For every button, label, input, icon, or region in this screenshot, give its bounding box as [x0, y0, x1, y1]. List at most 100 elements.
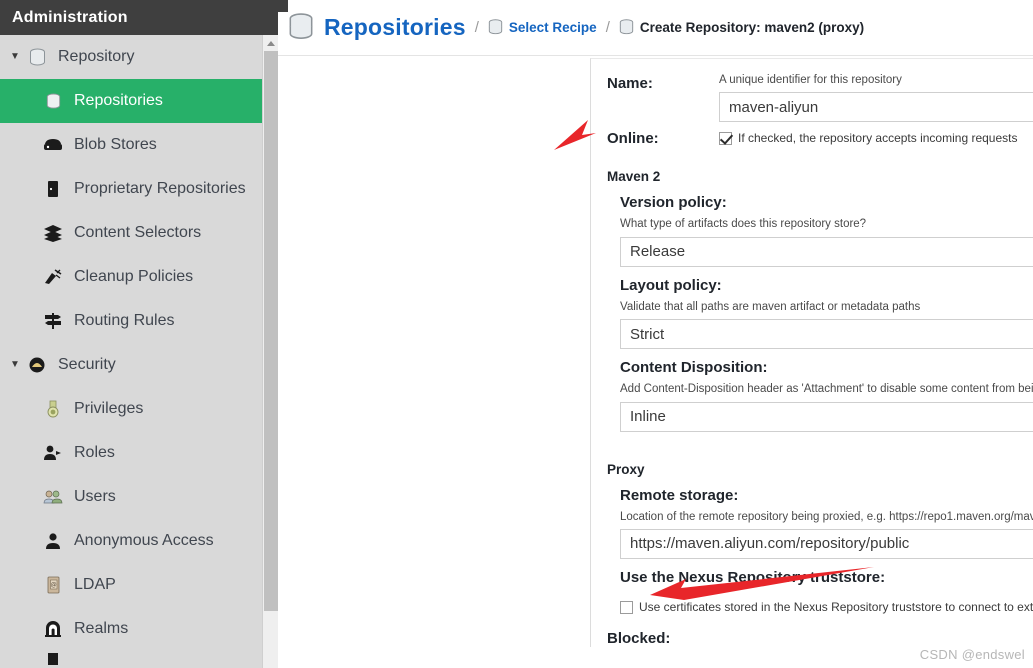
scroll-up-arrow-icon[interactable]: [263, 35, 278, 51]
online-checkbox[interactable]: [719, 131, 732, 145]
layout-policy-select[interactable]: Strict: [620, 319, 1033, 350]
header-corner-strip: [278, 0, 288, 12]
content-disposition-hint: Add Content-Disposition header as 'Attac…: [620, 383, 1033, 396]
database-icon: [40, 90, 66, 112]
sidebar-item-label: Content Selectors: [74, 224, 202, 241]
signpost-icon: [40, 310, 66, 332]
create-repository-form: Name: A unique identifier for this repos…: [590, 58, 1033, 647]
medal-icon: [40, 398, 66, 420]
sidebar-item-realms[interactable]: Realms: [0, 607, 278, 651]
sidebar-item-content-selectors[interactable]: Content Selectors: [0, 211, 278, 255]
field-group-truststore: Use the Nexus Repository truststore: Use…: [607, 569, 1033, 620]
sidebar-group-repository[interactable]: ▼ Repository: [0, 35, 278, 79]
sidebar-item-partial-next[interactable]: [0, 651, 278, 668]
scrollbar-thumb[interactable]: [264, 51, 278, 611]
user-tag-icon: [40, 442, 66, 464]
field-row-online: Online: If checked, the repository accep…: [607, 128, 1033, 147]
field-group-layout-policy: Layout policy: Validate that all paths a…: [607, 276, 1033, 350]
sidebar-item-routing-rules[interactable]: Routing Rules: [0, 299, 278, 343]
broom-icon: [40, 266, 66, 288]
sidebar-title: Administration: [12, 8, 128, 26]
blocked-label: Blocked:: [607, 629, 671, 647]
field-row-name: Name: A unique identifier for this repos…: [607, 73, 1033, 123]
remote-storage-label: Remote storage:: [620, 486, 739, 504]
users-icon: [40, 486, 66, 508]
sidebar-scrollbar[interactable]: [262, 35, 278, 668]
truststore-checkbox-label: Use certificates stored in the Nexus Rep…: [639, 600, 1033, 615]
breadcrumb-root[interactable]: Repositories: [324, 14, 466, 41]
sidebar-item-label: Anonymous Access: [74, 532, 214, 549]
breadcrumb-separator: /: [474, 19, 479, 36]
ssl-certificates-icon: [40, 651, 66, 668]
version-policy-label: Version policy:: [620, 194, 727, 212]
sidebar-item-anonymous-access[interactable]: Anonymous Access: [0, 519, 278, 563]
blob-store-icon: [40, 134, 66, 156]
sidebar: Administration ▼ Repository Repositories…: [0, 0, 278, 668]
online-checkbox-label: If checked, the repository accepts incom…: [738, 131, 1018, 146]
sidebar-item-repositories[interactable]: Repositories: [0, 79, 278, 123]
sidebar-nav: ▼ Repository Repositories Blob Stores Pr…: [0, 35, 278, 668]
sidebar-item-cleanup-policies[interactable]: Cleanup Policies: [0, 255, 278, 299]
remote-storage-input[interactable]: https://maven.aliyun.com/repository/publ…: [620, 528, 1033, 559]
breadcrumb: Repositories / Select Recipe / Create Re…: [278, 0, 1033, 56]
chevron-down-icon[interactable]: ▼: [6, 360, 24, 370]
sidebar-item-label: Routing Rules: [74, 312, 175, 329]
sidebar-group-label: Security: [58, 356, 116, 373]
scrollbar-track[interactable]: [263, 51, 278, 668]
sidebar-item-label: Cleanup Policies: [74, 268, 194, 285]
layout-policy-value: Strict: [630, 325, 665, 343]
field-group-version-policy: Version policy: What type of artifacts d…: [607, 194, 1033, 267]
sidebar-item-roles[interactable]: Roles: [0, 431, 278, 475]
sidebar-item-label: Proprietary Repositories: [74, 180, 246, 197]
content-disposition-value: Inline: [630, 408, 666, 425]
address-book-icon: @: [40, 574, 66, 596]
truststore-checkbox[interactable]: [620, 600, 633, 614]
breadcrumb-current: Create Repository: maven2 (proxy): [619, 19, 864, 36]
remote-storage-value: https://maven.aliyun.com/repository/publ…: [630, 535, 910, 553]
sidebar-item-label: Privileges: [74, 400, 144, 417]
version-policy-value: Release: [630, 243, 686, 261]
sidebar-item-privileges[interactable]: Privileges: [0, 387, 278, 431]
person-icon: [40, 530, 66, 552]
version-policy-select[interactable]: Release: [620, 236, 1033, 267]
online-label: Online:: [607, 130, 659, 148]
breadcrumb-current-label: Create Repository: maven2 (proxy): [639, 20, 865, 35]
name-input-value: maven-aliyun: [729, 98, 819, 116]
chevron-down-icon[interactable]: ▼: [6, 52, 24, 62]
application-root: Administration ▼ Repository Repositories…: [0, 0, 1033, 668]
content-disposition-select[interactable]: Inline: [620, 401, 1033, 432]
breadcrumb-link-label[interactable]: Select Recipe: [509, 20, 597, 35]
sidebar-item-users[interactable]: Users: [0, 475, 278, 519]
breadcrumb-separator: /: [605, 19, 610, 36]
sidebar-item-label: Roles: [74, 444, 115, 461]
version-policy-hint: What type of artifacts does this reposit…: [620, 218, 867, 231]
remote-storage-hint: Location of the remote repository being …: [620, 510, 1033, 523]
field-group-content-disposition: Content Disposition: Add Content-Disposi…: [607, 359, 1033, 432]
truststore-checkbox-row[interactable]: Use certificates stored in the Nexus Rep…: [620, 592, 1033, 620]
sidebar-item-blob-stores[interactable]: Blob Stores: [0, 123, 278, 167]
breadcrumb-link-select-recipe[interactable]: Select Recipe: [488, 19, 597, 36]
proprietary-repo-icon: [40, 178, 66, 200]
sidebar-item-proprietary-repositories[interactable]: Proprietary Repositories: [0, 167, 278, 211]
sidebar-item-ldap[interactable]: @ LDAP: [0, 563, 278, 607]
database-icon: [488, 19, 503, 36]
layers-icon: [40, 222, 66, 244]
database-icon: [619, 19, 634, 36]
sidebar-item-label: LDAP: [74, 576, 116, 593]
sidebar-group-security[interactable]: ▼ Security: [0, 343, 278, 387]
sidebar-item-label: Realms: [74, 620, 129, 637]
truststore-label: Use the Nexus Repository truststore:: [620, 568, 886, 586]
watermark: CSDN @endswel: [919, 647, 1025, 662]
sidebar-header: Administration: [0, 0, 278, 35]
content-disposition-label: Content Disposition:: [620, 359, 768, 377]
sidebar-item-label: Users: [74, 488, 116, 505]
online-checkbox-row[interactable]: If checked, the repository accepts incom…: [719, 128, 1033, 145]
sidebar-item-label: Blob Stores: [74, 136, 157, 153]
layout-policy-label: Layout policy:: [620, 276, 722, 294]
name-label: Name:: [607, 75, 653, 92]
section-title-proxy: Proxy: [607, 461, 645, 477]
database-icon: [288, 13, 314, 42]
sidebar-group-label: Repository: [58, 48, 135, 65]
name-input[interactable]: maven-aliyun: [719, 92, 1033, 123]
name-hint: A unique identifier for this repository: [719, 74, 902, 86]
